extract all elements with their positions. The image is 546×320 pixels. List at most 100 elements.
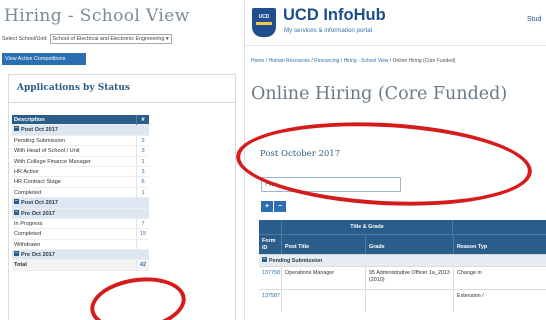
- status-count[interactable]: 7: [136, 218, 149, 230]
- breadcrumb-home[interactable]: Home: [251, 58, 264, 64]
- panel-divider: [9, 102, 235, 103]
- status-count[interactable]: 1: [136, 156, 149, 167]
- school-view-panel: Hiring - School View Select School/Unit:…: [0, 0, 244, 320]
- applications-by-status-panel: Applications by Status Description # − Po…: [8, 74, 236, 320]
- status-table: Description # − Post Oct 2017 Pending Subm…: [12, 115, 149, 271]
- collapse-icon[interactable]: −: [14, 126, 19, 132]
- grade-cell: [365, 290, 453, 312]
- page-title-school-view: Hiring - School View: [4, 6, 190, 26]
- reason-cell: Change in: [453, 267, 546, 289]
- col-header-description: Description: [14, 117, 45, 123]
- expand-collapse-buttons: + −: [261, 201, 287, 212]
- status-description: Total: [14, 262, 27, 269]
- post-title-cell: [281, 290, 365, 312]
- status-description: Completed: [14, 189, 42, 196]
- status-total-row: Total 42: [12, 260, 149, 271]
- status-group-row[interactable]: − Pre Oct 2017: [12, 208, 149, 219]
- status-description: HR Contract Stage: [14, 179, 61, 186]
- status-description: Completed: [14, 231, 42, 238]
- status-row: Withdrawn: [12, 239, 149, 251]
- group-row-pending-submission[interactable]: − Pending Submission: [259, 254, 546, 266]
- status-group-row[interactable]: − Pre Oct 2017: [12, 250, 149, 261]
- status-description: Pending Submission: [14, 137, 65, 144]
- status-description: − Post Oct 2017: [14, 198, 58, 207]
- breadcrumb-school-view[interactable]: Hiring - School View: [344, 58, 389, 64]
- school-select-label: Select School/Unit:: [2, 36, 48, 42]
- status-count: [136, 239, 149, 251]
- col-header-count: #: [136, 115, 149, 126]
- status-description: − Pre Oct 2017: [14, 208, 55, 217]
- status-group-row[interactable]: − Post Oct 2017: [12, 125, 149, 136]
- status-count: [136, 209, 149, 219]
- collapse-icon[interactable]: −: [14, 199, 19, 205]
- status-description: − Pre Oct 2017: [14, 250, 55, 259]
- status-count: [136, 198, 149, 208]
- page-title-online-hiring: Online Hiring (Core Funded): [251, 84, 508, 104]
- col-header-form-id[interactable]: Form ID: [259, 235, 281, 254]
- status-description: Withdrawn: [14, 241, 41, 248]
- crest-stripe: [256, 22, 272, 25]
- breadcrumb-human-resources[interactable]: Human Resources: [269, 58, 310, 64]
- section-heading-post-october: Post October 2017: [260, 149, 341, 159]
- col-header-grade[interactable]: Grade: [365, 235, 453, 254]
- collapse-icon[interactable]: −: [262, 257, 267, 263]
- status-description: In Progress: [14, 220, 43, 227]
- status-table-header: Description #: [12, 115, 149, 126]
- status-count: [136, 250, 149, 260]
- col-header-reason-type[interactable]: Reason Typ: [453, 235, 546, 254]
- collapse-icon[interactable]: −: [14, 251, 19, 257]
- table-row: 137758 Operations Manager 95 Administrativ…: [259, 266, 546, 289]
- expand-all-button[interactable]: +: [261, 201, 273, 212]
- status-count[interactable]: 1: [136, 187, 149, 199]
- brand-tagline: My services & information portal: [284, 27, 373, 34]
- status-row: Completed 15: [12, 229, 149, 240]
- school-select-value: School of Electrical and Electronic Engi…: [52, 36, 165, 42]
- table-title-row: Title & Grade: [259, 220, 546, 234]
- breadcrumb-resourcing[interactable]: Resourcing: [314, 58, 339, 64]
- status-row: With Head of School / Unit 3: [12, 146, 149, 157]
- post-title-cell: Operations Manager: [281, 267, 365, 289]
- school-selector-row: Select School/Unit: School of Electrical…: [2, 34, 172, 44]
- status-row: HR Active 3: [12, 166, 149, 178]
- status-count[interactable]: 3: [136, 135, 149, 147]
- form-id-link[interactable]: 137587: [259, 290, 281, 312]
- breadcrumb: Home / Human Resources / Resourcing / Hi…: [251, 58, 455, 64]
- status-count[interactable]: 42: [136, 260, 149, 271]
- ucd-crest-logo[interactable]: UCD: [252, 8, 276, 37]
- status-count[interactable]: 15: [136, 229, 149, 240]
- crest-text: UCD: [258, 14, 270, 20]
- title-grade-header: Title & Grade: [281, 220, 453, 234]
- table-header-row: Form ID Post Title Grade Reason Typ: [259, 234, 546, 254]
- chevron-down-icon: ▾: [165, 36, 169, 42]
- filter-input[interactable]: [261, 177, 401, 192]
- status-count[interactable]: 6: [136, 177, 149, 188]
- status-row: Pending Submission 3: [12, 135, 149, 147]
- table-row: 137587 Extension /: [259, 289, 546, 312]
- applications-by-status-heading: Applications by Status: [17, 83, 130, 93]
- status-description: With College Finance Manager: [14, 158, 91, 165]
- status-row: Completed 1: [12, 187, 149, 199]
- col-header-post-title[interactable]: Post Title: [281, 235, 365, 254]
- status-count[interactable]: 3: [136, 146, 149, 157]
- top-nav-link[interactable]: Stud: [527, 16, 541, 23]
- status-rows: − Post Oct 2017 Pending Submission 3 With He…: [12, 125, 149, 271]
- top-bar: UCD UCD InfoHub My services & informatio…: [245, 0, 546, 46]
- breadcrumb-current: Online Hiring (Core Funded): [392, 58, 456, 64]
- view-active-competitions-button[interactable]: View Active Competitions: [2, 53, 86, 65]
- status-count[interactable]: 3: [136, 166, 149, 178]
- status-count: [136, 125, 149, 135]
- hiring-rows: 137758 Operations Manager 95 Administrativ…: [259, 266, 546, 312]
- collapse-all-button[interactable]: −: [274, 201, 286, 212]
- status-row: With College Finance Manager 1: [12, 156, 149, 167]
- hiring-table: Title & Grade Form ID Post Title Grade R…: [259, 220, 546, 312]
- status-group-row[interactable]: − Post Oct 2017: [12, 198, 149, 209]
- status-row: HR Contract Stage 6: [12, 177, 149, 188]
- brand-title[interactable]: UCD InfoHub: [283, 6, 386, 25]
- collapse-icon[interactable]: −: [14, 209, 19, 215]
- status-description: HR Active: [14, 168, 39, 175]
- school-select-dropdown[interactable]: School of Electrical and Electronic Engi…: [49, 34, 172, 44]
- grade-cell: 95 Administrative Officer 1a_2013 (2010): [365, 267, 453, 289]
- form-id-link[interactable]: 137758: [259, 267, 281, 289]
- status-row: In Progress 7: [12, 218, 149, 230]
- status-description: − Post Oct 2017: [14, 125, 58, 134]
